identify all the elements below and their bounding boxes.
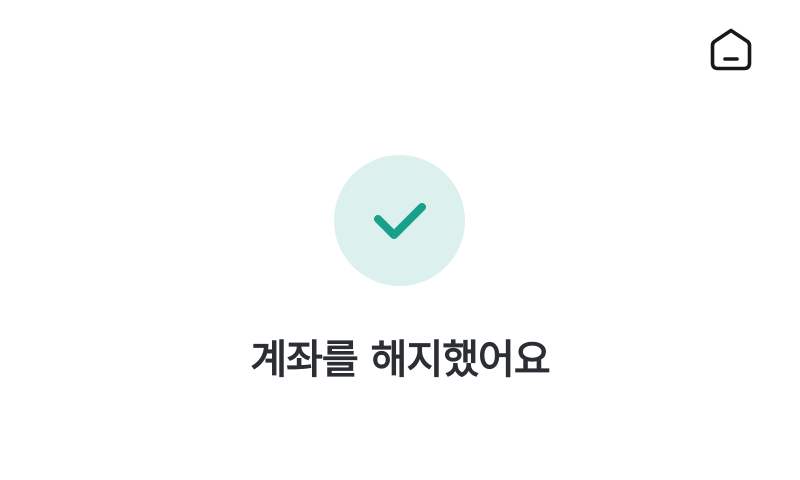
completion-message: 계좌를 해지했어요 (250, 337, 550, 383)
home-icon (710, 28, 752, 71)
success-circle (334, 155, 465, 286)
home-button[interactable] (706, 24, 756, 74)
check-icon (373, 202, 426, 239)
